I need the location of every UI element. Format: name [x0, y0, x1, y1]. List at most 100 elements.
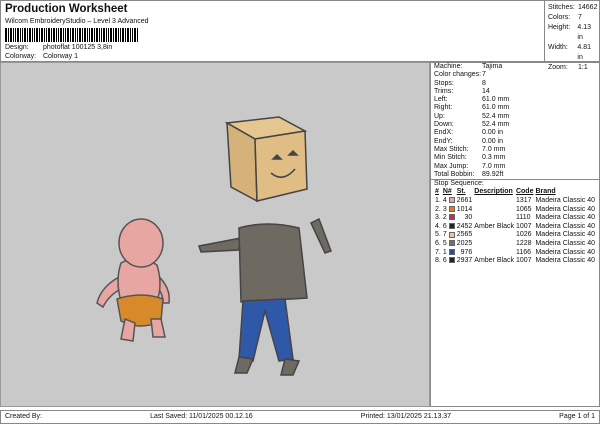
barcode-bar	[46, 28, 47, 42]
row-index: 8.	[435, 257, 441, 265]
info-row: Min Stitch: 0.3 mm	[434, 154, 596, 162]
needle-number: 6	[442, 257, 447, 265]
info-row: Up: 52.4 mm	[434, 113, 596, 121]
barcode-bar	[48, 28, 50, 42]
barcode-bar	[115, 28, 117, 42]
baby-figure	[96, 218, 170, 342]
stat-value: 4.13 in	[577, 24, 592, 41]
design-row: Design: photoflat 100125 3,8in	[5, 44, 112, 51]
row-index: 2.	[435, 205, 441, 213]
barcode-bar	[99, 28, 100, 42]
created-by: Created By:	[5, 413, 42, 420]
stat-label: Width:	[548, 44, 568, 51]
thread-code: 1110	[515, 214, 531, 222]
thread-code: 1007	[515, 222, 532, 230]
info-row-label: Down:	[434, 121, 454, 129]
stat: Width: 4.81 in	[548, 43, 598, 63]
barcode-bar	[58, 28, 59, 42]
barcode-bar	[20, 28, 21, 42]
column-header: Code	[515, 188, 534, 196]
info-row-value: 61.0 mm	[482, 104, 510, 112]
info-row-value: 0.00 in	[482, 137, 504, 145]
needle-cell: 6	[442, 223, 456, 232]
barcode-bar	[91, 28, 93, 42]
info-row-label: Total Bobbin:	[434, 170, 475, 178]
info-row-value: 0.3 mm	[482, 154, 506, 162]
needle-cell: 3	[442, 206, 456, 215]
needle-number: 5	[442, 240, 447, 248]
needle-number: 3	[442, 205, 447, 213]
info-row-value: 8	[482, 79, 486, 87]
thread-brand: Madeira Classic 40	[535, 205, 595, 213]
barcode-bar	[87, 28, 88, 42]
thread-code: 1065	[515, 205, 532, 213]
info-row-value: Tajima	[482, 63, 503, 70]
barcode-bar	[53, 28, 55, 42]
info-row: Max Jump: 7.0 mm	[434, 163, 596, 171]
footer: Created By: Last Saved: 11/01/2025 00.12…	[0, 410, 600, 424]
info-row: Total Bobbin: 89.92ft	[434, 171, 596, 179]
barcode-bar	[125, 28, 126, 42]
barcode-bar	[67, 28, 69, 42]
info-row-label: Stops:	[434, 79, 454, 87]
barcode-bar	[32, 28, 33, 42]
info-row-value: 7.0 mm	[482, 162, 506, 170]
page-number: Page 1 of 1	[559, 413, 595, 420]
thread-code: 1228	[515, 240, 532, 248]
stat: Stitches: 14662	[548, 3, 598, 13]
barcode-bar	[77, 28, 78, 42]
info-row-value: 0.00 in	[482, 129, 504, 137]
info-row-label: Max Jump:	[434, 162, 469, 170]
description	[473, 214, 515, 223]
thread-code: 1026	[515, 231, 532, 239]
machine-info-panel: Machine: Tajima Color changes: 7 Stops: 8 Trim…	[430, 62, 600, 407]
info-row-label: Max Stitch:	[434, 145, 469, 153]
table-row: 7. 1 976 1166 Madeira Classic 40	[434, 249, 596, 258]
info-row: Trims: 14	[434, 88, 596, 96]
info-row-value: 52.4 mm	[482, 121, 510, 129]
stop-sequence-title: Stop Sequence:	[434, 180, 484, 188]
barcode-bar	[34, 28, 35, 42]
barcode-bar	[82, 28, 83, 42]
color-swatch	[448, 257, 455, 264]
info-row: Down: 52.4 mm	[434, 121, 596, 129]
barcode-bar	[118, 28, 119, 42]
row-index: 5.	[435, 231, 441, 239]
description: Amber Black	[474, 222, 514, 230]
software-name: Wilcom EmbroideryStudio – Level 3 Advanc…	[5, 18, 149, 25]
barcode-bar	[29, 28, 31, 42]
stitch-count: 976	[460, 248, 473, 256]
thread-code: 1166	[515, 248, 532, 256]
description	[473, 240, 515, 249]
barcode-bar	[65, 28, 66, 42]
description: Amber Black	[474, 257, 514, 265]
barcode-bar	[22, 28, 23, 42]
color-swatch	[448, 248, 455, 255]
barcode-bar	[96, 28, 98, 42]
stitch-count: 1014	[456, 205, 473, 213]
thread-brand: Madeira Classic 40	[535, 197, 595, 205]
table-row: 3. 2 30 1110 Madeira Classic 40	[434, 214, 596, 223]
info-row-label: Trims:	[434, 87, 454, 95]
info-row: Max Stitch: 7.0 mm	[434, 146, 596, 154]
needle-number: 7	[442, 231, 447, 239]
row-index: 4.	[435, 222, 441, 230]
boxhead-figure	[198, 116, 332, 376]
printed-date: Printed: 13/01/2025 21.13.37	[360, 413, 452, 420]
needle-cell: 4	[442, 197, 456, 206]
column-header: St.	[456, 188, 466, 196]
info-row-label: Min Stitch:	[434, 154, 467, 162]
barcode-bar	[41, 28, 43, 42]
info-row-value: 14	[482, 87, 490, 95]
design-canvas[interactable]	[0, 62, 430, 407]
color-swatch	[448, 205, 455, 212]
thread-code: 1317	[515, 197, 532, 205]
thread-brand: Madeira Classic 40	[535, 240, 595, 248]
info-row-value: 89.92ft	[482, 170, 504, 178]
info-row: Color changes: 7	[434, 71, 596, 79]
barcode-bar	[94, 28, 95, 42]
column-header: #	[435, 188, 439, 196]
info-row-label: Color changes:	[434, 71, 482, 79]
thread-brand: Madeira Classic 40	[535, 248, 595, 256]
barcode-bar	[106, 28, 107, 42]
